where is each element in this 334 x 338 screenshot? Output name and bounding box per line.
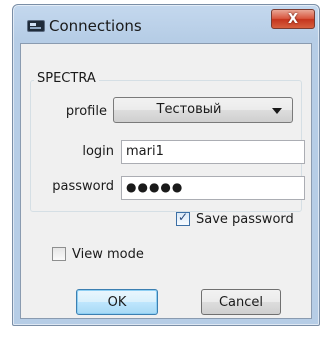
title-bar[interactable]: Connections X xyxy=(13,5,319,37)
connections-dialog: Connections X SPECTRA xyxy=(12,4,320,326)
login-label: login xyxy=(82,144,114,159)
group-title: SPECTRA xyxy=(34,71,99,86)
view-mode-checkbox[interactable] xyxy=(52,247,66,261)
save-password-label[interactable]: Save password xyxy=(196,212,294,227)
window-title: Connections xyxy=(49,17,142,35)
window-icon xyxy=(27,20,45,32)
profile-label: profile xyxy=(65,104,107,119)
view-mode-label[interactable]: View mode xyxy=(72,247,144,262)
password-input[interactable]: ●●●●● xyxy=(121,176,305,200)
chevron-down-icon xyxy=(272,108,282,114)
checkmark-icon: ✓ xyxy=(178,210,189,224)
profile-value: Тестовый xyxy=(156,102,222,117)
cancel-button[interactable]: Cancel xyxy=(201,289,281,315)
login-input[interactable]: mari1 xyxy=(121,140,305,164)
password-label: password xyxy=(52,179,114,194)
close-icon: X xyxy=(287,11,299,27)
profile-dropdown[interactable]: Тестовый xyxy=(113,97,293,123)
close-button[interactable]: X xyxy=(271,9,315,29)
save-password-checkbox[interactable]: ✓ xyxy=(176,210,190,226)
ok-button[interactable]: OK xyxy=(76,289,158,315)
